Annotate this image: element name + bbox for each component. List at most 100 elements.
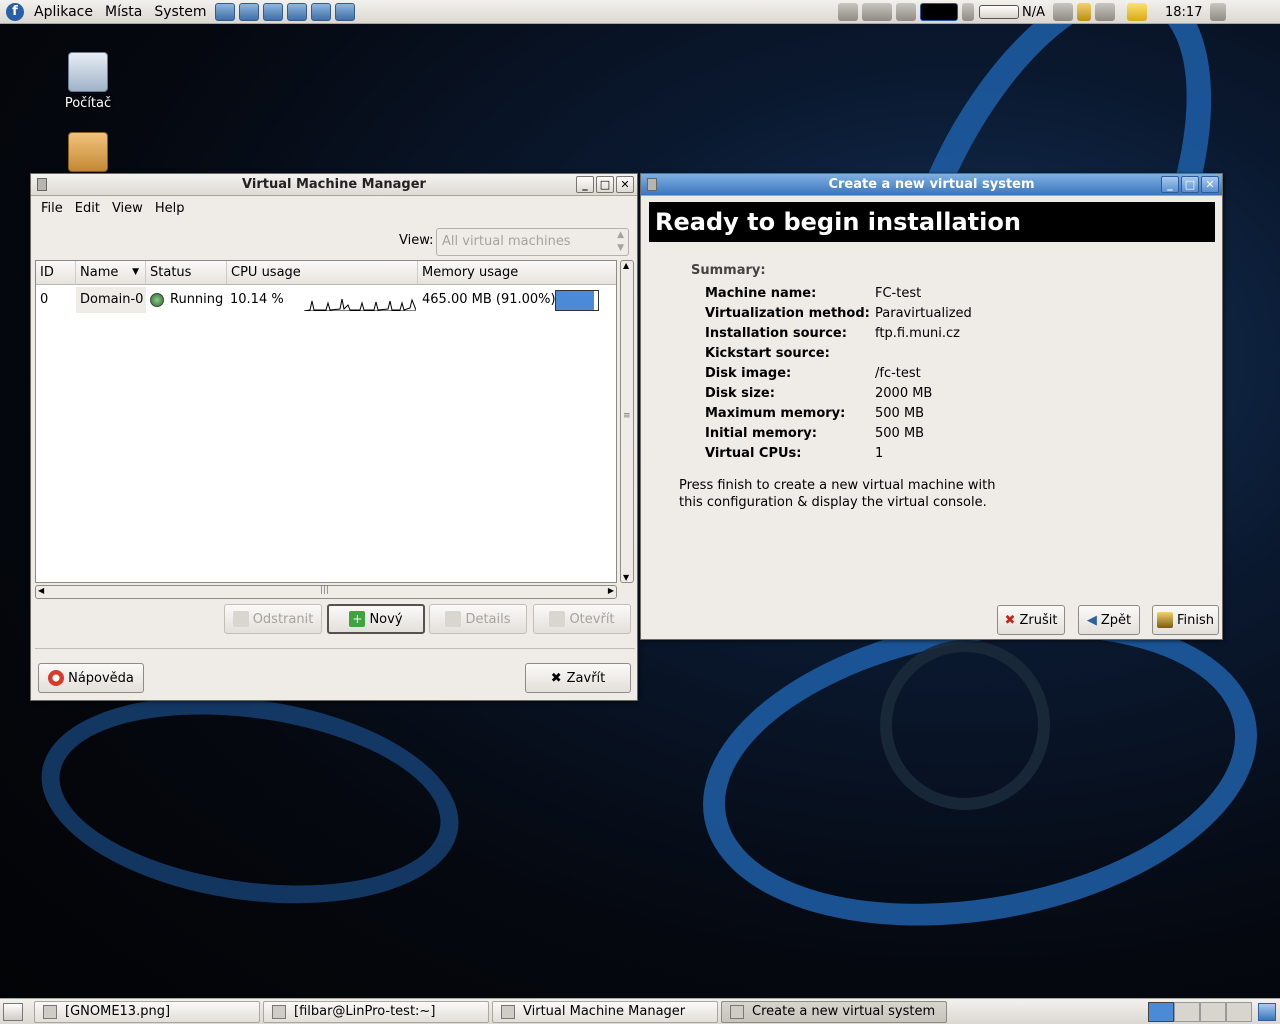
menu-edit[interactable]: Edit [69, 201, 106, 216]
column-header-name[interactable]: Name ▼ [76, 261, 146, 285]
weather-icon[interactable] [862, 3, 892, 21]
taskbar-item[interactable]: Create a new virtual system [721, 1001, 947, 1023]
summary-label: Virtualization method: [705, 306, 870, 321]
email-launcher-icon[interactable] [238, 2, 259, 21]
terminal-icon [272, 1005, 286, 1019]
menu-places[interactable]: Místa [99, 1, 148, 23]
scroll-right-icon[interactable]: ▶ [608, 586, 614, 595]
window-icon [501, 1005, 515, 1019]
delete-button[interactable]: Odstranit [224, 604, 322, 634]
workspace-switcher[interactable] [1148, 1002, 1252, 1022]
minimize-button[interactable]: _ [1161, 176, 1179, 193]
finish-button[interactable]: Finish [1152, 605, 1219, 635]
power-icon[interactable] [962, 3, 974, 21]
summary-heading: Summary: [691, 263, 766, 278]
cancel-x-icon: ✖ [1004, 612, 1016, 628]
back-button-label: Zpět [1100, 612, 1132, 628]
close-x-icon: ✖ [550, 670, 562, 686]
finish-button-label: Finish [1176, 612, 1214, 628]
menu-view[interactable]: View [106, 201, 149, 216]
horizontal-scrollbar[interactable]: ◀ ||| ▶ [35, 585, 617, 599]
summary-label: Maximum memory: [705, 406, 846, 421]
minimize-button[interactable]: _ [576, 176, 594, 193]
system-monitor-icon[interactable] [920, 3, 958, 21]
details-button[interactable]: Details [429, 604, 527, 634]
workspace-3[interactable] [1200, 1002, 1226, 1022]
desktop-icon-computer[interactable]: Počítač [48, 52, 128, 111]
close-button[interactable]: ✕ [616, 176, 634, 193]
web-browser-launcher-icon[interactable] [214, 2, 235, 21]
fedora-logo-icon[interactable]: f [6, 2, 24, 21]
volume-icon[interactable] [1210, 3, 1227, 21]
close-window-button[interactable]: ✖ Zavřít [525, 663, 631, 693]
battery-icon[interactable] [979, 5, 1019, 19]
update-notifier-icon[interactable] [838, 3, 858, 21]
table-row[interactable]: 0 Domain-0 Running 10.14 % 465.00 MB (91… [36, 287, 616, 313]
workspace-2[interactable] [1174, 1002, 1200, 1022]
menu-help[interactable]: Help [149, 201, 191, 216]
scroll-up-icon[interactable]: ▲ [623, 261, 629, 270]
finish-terminal-icon [1156, 612, 1173, 628]
presentation-launcher-icon[interactable] [286, 2, 307, 21]
scroll-thumb[interactable]: ≡ [623, 411, 631, 421]
back-arrow-icon: ◀ [1086, 612, 1097, 628]
network-launcher-icon[interactable] [310, 2, 331, 21]
back-button[interactable]: ◀ Zpět [1078, 605, 1140, 635]
menu-system[interactable]: System [148, 1, 212, 23]
open-button-label: Otevřít [569, 611, 615, 627]
column-header-status[interactable]: Status [146, 261, 227, 285]
cancel-button[interactable]: ✖ Zrušit [997, 605, 1065, 635]
computer-icon [68, 52, 108, 92]
column-header-memory[interactable]: Memory usage [418, 261, 616, 285]
terminal-icon[interactable] [1095, 3, 1115, 21]
trash-icon[interactable] [1258, 1003, 1276, 1021]
close-button[interactable]: ✕ [1201, 176, 1219, 193]
monitor-icon[interactable] [896, 3, 916, 21]
column-header-cpu[interactable]: CPU usage [227, 261, 418, 285]
summary-label: Initial memory: [705, 426, 817, 441]
network-icon[interactable] [1053, 3, 1073, 21]
menu-file[interactable]: File [35, 201, 69, 216]
scroll-left-icon[interactable]: ◀ [38, 586, 44, 595]
battery-status: N/A [1022, 4, 1045, 20]
notification-icon[interactable] [1127, 3, 1147, 21]
create-vm-titlebar[interactable]: Create a new virtual system _ □ ✕ [641, 174, 1222, 196]
show-desktop-icon[interactable] [3, 1003, 23, 1021]
column-header-id[interactable]: ID [36, 261, 76, 285]
menu-applications[interactable]: Aplikace [28, 1, 99, 23]
taskbar-item[interactable]: Virtual Machine Manager [492, 1001, 718, 1023]
page-header: Ready to begin installation [649, 202, 1215, 242]
text-editor-launcher-icon[interactable] [262, 2, 283, 21]
vertical-scrollbar[interactable]: ▲ ≡ ▼ [620, 260, 634, 583]
scroll-thumb-horizontal[interactable]: ||| [320, 585, 329, 595]
separator [35, 648, 635, 649]
vm-status: Running [170, 292, 224, 307]
maximize-button[interactable]: □ [596, 176, 614, 193]
clock[interactable]: 18:17 [1165, 5, 1202, 20]
view-filter-select[interactable]: All virtual machines ▲ ▼ [436, 228, 629, 256]
workspace-4[interactable] [1226, 1002, 1252, 1022]
summary-value: 500 MB [875, 426, 925, 441]
settings-launcher-icon[interactable] [334, 2, 355, 21]
lock-icon[interactable] [1077, 3, 1091, 21]
view-filter-label: View: [399, 233, 434, 248]
new-button[interactable]: + Nový [327, 604, 425, 634]
taskbar-item[interactable]: [filbar@LinPro-test:~] [263, 1001, 489, 1023]
open-button[interactable]: Otevřít [533, 604, 631, 634]
summary-value: 500 MB [875, 406, 925, 421]
taskbar-item[interactable]: [GNOME13.png] [34, 1001, 260, 1023]
vmm-titlebar[interactable]: Virtual Machine Manager _ □ ✕ [31, 174, 637, 196]
taskbar-item-label: [GNOME13.png] [65, 1004, 171, 1019]
desktop-icon-home[interactable] [48, 132, 128, 176]
vm-list[interactable]: ID Name ▼ Status CPU usage Memory usage 0… [35, 260, 617, 583]
cpu-usage-sparkline [304, 298, 416, 311]
workspace-1[interactable] [1148, 1002, 1174, 1022]
scroll-down-icon[interactable]: ▼ [623, 573, 629, 582]
add-icon: + [349, 611, 366, 627]
help-button[interactable]: Nápověda [38, 663, 144, 693]
folder-open-icon [549, 611, 566, 627]
vm-id: 0 [40, 292, 49, 307]
maximize-button[interactable]: □ [1181, 176, 1199, 193]
memory-usage-bar [555, 290, 599, 311]
taskbar-item-label: [filbar@LinPro-test:~] [294, 1004, 436, 1019]
